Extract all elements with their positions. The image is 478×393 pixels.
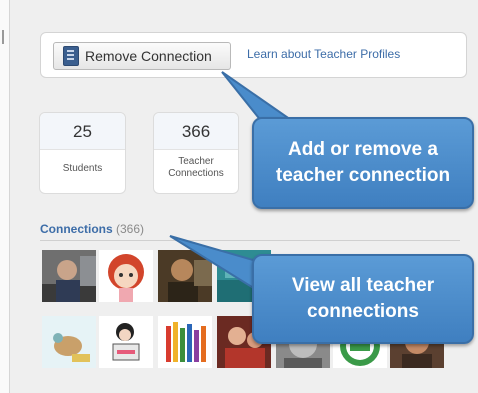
add-remove-callout-text: Add or remove a teacher connection: [275, 139, 451, 186]
view-all-connections-callout: View all teacher connections: [252, 254, 474, 344]
view-all-callout-text: View all teacher connections: [291, 275, 435, 322]
add-remove-connection-callout: Add or remove a teacher connection: [252, 117, 474, 209]
teacher-profile-panel: Remove Connection Learn about Teacher Pr…: [0, 0, 478, 393]
